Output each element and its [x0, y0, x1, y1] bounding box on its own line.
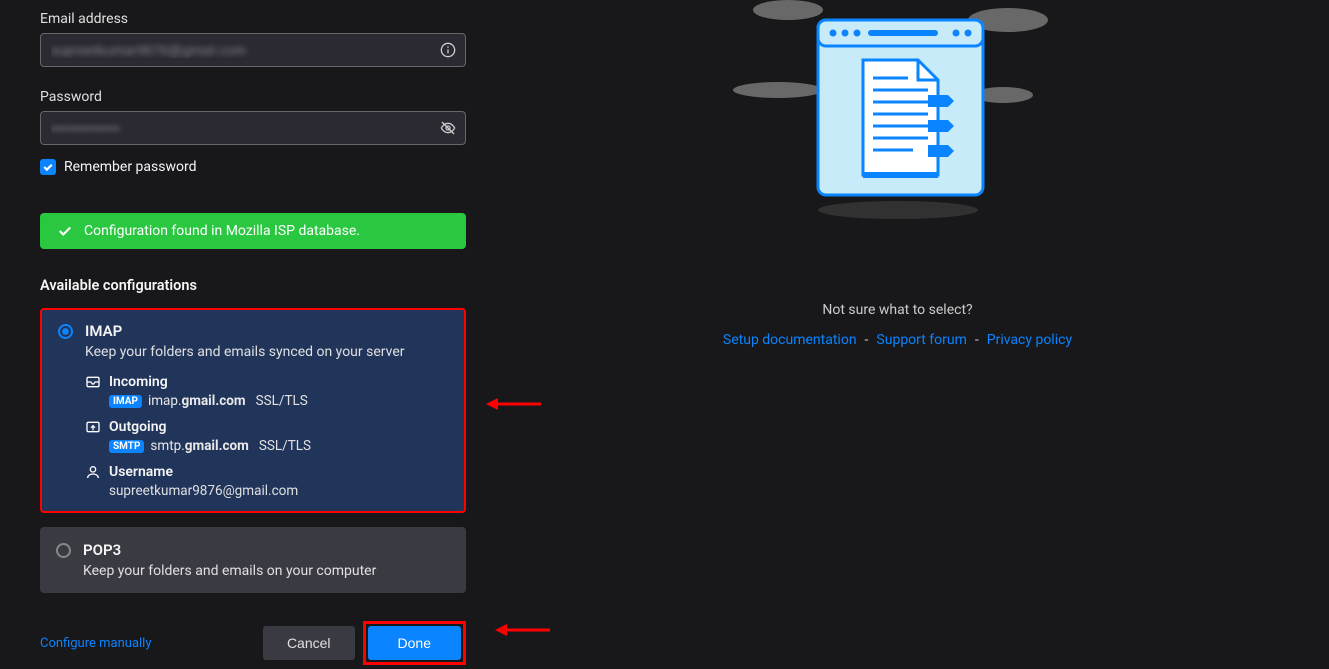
incoming-label: Incoming: [109, 374, 168, 390]
incoming-detail: IMAP imap.gmail.com SSL/TLS: [109, 393, 448, 409]
eye-off-icon[interactable]: [440, 120, 456, 136]
remember-password-label: Remember password: [64, 159, 196, 175]
pop3-desc: Keep your folders and emails on your com…: [83, 563, 450, 579]
configs-title: Available configurations: [40, 277, 466, 294]
account-setup-form: Email address Password Remember password…: [0, 0, 466, 669]
imap-desc: Keep your folders and emails synced on y…: [85, 344, 448, 360]
check-icon: [58, 224, 72, 238]
remember-password-row: Remember password: [40, 159, 466, 175]
support-forum-link[interactable]: Support forum: [876, 332, 966, 348]
done-button[interactable]: Done: [368, 626, 461, 660]
remember-password-checkbox[interactable]: [40, 159, 56, 175]
imap-radio[interactable]: [58, 324, 73, 339]
password-input-wrap: [40, 111, 466, 145]
config-option-pop3[interactable]: POP3 Keep your folders and emails on you…: [40, 527, 466, 593]
password-label: Password: [40, 89, 466, 105]
pop3-radio-row: POP3: [56, 541, 450, 559]
illustration: [718, 0, 1078, 220]
pop3-title: POP3: [83, 541, 121, 559]
annotation-arrow-icon: [495, 620, 550, 640]
username-value: supreetkumar9876@gmail.com: [109, 483, 448, 499]
buttons-row: Configure manually Cancel Done: [40, 621, 466, 665]
incoming-ssl: SSL/TLS: [256, 393, 308, 409]
info-icon[interactable]: [440, 42, 456, 58]
imap-radio-row: IMAP: [58, 322, 448, 340]
success-message: Configuration found in Mozilla ISP datab…: [84, 223, 360, 239]
smtp-badge: SMTP: [109, 440, 144, 453]
password-input[interactable]: [40, 111, 466, 145]
outbox-icon: [85, 419, 101, 435]
help-links: Setup documentation - Support forum - Pr…: [723, 332, 1072, 348]
email-input[interactable]: [40, 33, 466, 67]
outgoing-detail: SMTP smtp.gmail.com SSL/TLS: [109, 438, 448, 454]
annotation-arrow-icon: [486, 394, 541, 414]
email-input-wrap: [40, 33, 466, 67]
done-highlight: Done: [363, 621, 466, 665]
privacy-policy-link[interactable]: Privacy policy: [987, 332, 1072, 348]
outgoing-label: Outgoing: [109, 419, 166, 435]
imap-title: IMAP: [85, 322, 122, 340]
imap-details: Incoming IMAP imap.gmail.com SSL/TLS Out…: [85, 374, 448, 499]
not-sure-prompt: Not sure what to select?: [822, 302, 972, 318]
success-banner: Configuration found in Mozilla ISP datab…: [40, 213, 466, 249]
username-label: Username: [109, 464, 173, 480]
inbox-icon: [85, 374, 101, 390]
right-panel: Not sure what to select? Setup documenta…: [466, 0, 1329, 669]
email-label: Email address: [40, 11, 466, 27]
setup-docs-link[interactable]: Setup documentation: [723, 332, 857, 348]
outgoing-ssl: SSL/TLS: [259, 438, 311, 454]
configure-manually-link[interactable]: Configure manually: [40, 636, 152, 651]
pop3-radio[interactable]: [56, 543, 71, 558]
cancel-button[interactable]: Cancel: [263, 626, 355, 660]
imap-badge: IMAP: [109, 395, 142, 408]
user-icon: [85, 464, 101, 480]
config-option-imap[interactable]: IMAP Keep your folders and emails synced…: [40, 308, 466, 513]
